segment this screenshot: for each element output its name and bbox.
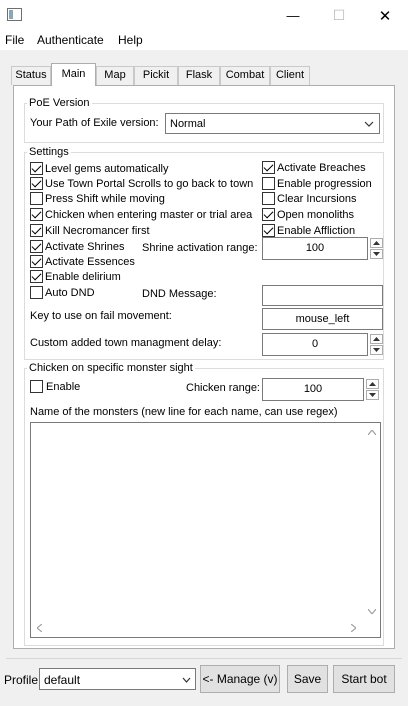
scroll-down-icon[interactable] <box>368 609 376 614</box>
town-delay-input[interactable]: 0 <box>262 333 368 356</box>
level-gems-checkbox[interactable] <box>30 162 43 175</box>
maximize-button[interactable]: ☐ <box>316 0 362 31</box>
activate-essences-checkbox[interactable] <box>30 255 43 268</box>
scroll-up-icon[interactable] <box>368 430 376 435</box>
auto-dnd-checkbox[interactable] <box>30 286 43 299</box>
clear-incursions-checkbox[interactable] <box>262 192 275 205</box>
auto-dnd-label: Auto DND <box>45 287 95 299</box>
menu-authenticate[interactable]: Authenticate <box>37 33 104 48</box>
tab-flask[interactable]: Flask <box>178 66 220 85</box>
scroll-left-icon[interactable] <box>37 624 42 632</box>
poe-version-value: Normal <box>170 118 206 130</box>
settings-group-title: Settings <box>27 146 71 158</box>
manage-profile-button[interactable]: <- Manage (v) <box>200 665 280 693</box>
chevron-down-icon <box>182 677 191 683</box>
shrine-range-value: 100 <box>305 242 325 254</box>
poe-version-group-title: PoE Version <box>27 97 92 109</box>
open-monoliths-label: Open monoliths <box>277 209 355 221</box>
poe-version-select[interactable]: Normal <box>165 113 380 134</box>
chevron-up-icon <box>369 382 376 386</box>
minimize-button[interactable]: — <box>270 0 316 31</box>
footer-separator <box>6 658 402 659</box>
activate-essences-label: Activate Essences <box>45 256 135 268</box>
chicken-range-up-button[interactable] <box>366 379 379 389</box>
town-portal-label: Use Town Portal Scrolls to go back to to… <box>45 178 254 190</box>
chevron-up-icon <box>373 337 380 341</box>
chevron-down-icon <box>364 121 374 127</box>
press-shift-label: Press Shift while moving <box>45 193 165 205</box>
tab-map[interactable]: Map <box>96 66 134 85</box>
tab-pickit[interactable]: Pickit <box>134 66 178 85</box>
shrine-range-label: Shrine activation range: <box>142 242 258 254</box>
town-delay-up-button[interactable] <box>370 334 383 344</box>
chevron-up-icon <box>373 241 380 245</box>
minimize-icon: — <box>286 8 300 23</box>
monsters-textarea[interactable] <box>30 422 381 638</box>
fail-key-value: mouse_left <box>295 313 350 325</box>
chicken-range-label: Chicken range: <box>186 382 260 394</box>
chicken-enable-label: Enable <box>46 381 81 393</box>
poe-version-label: Your Path of Exile version: <box>30 117 159 129</box>
enable-delirium-checkbox[interactable] <box>30 270 43 283</box>
enable-progression-checkbox[interactable] <box>262 177 275 190</box>
shrine-range-down-button[interactable] <box>370 249 383 259</box>
town-delay-value: 0 <box>311 338 319 350</box>
chevron-down-icon <box>369 393 376 397</box>
app-icon <box>7 8 22 21</box>
enable-progression-label: Enable progression <box>277 178 372 190</box>
save-button[interactable]: Save <box>287 665 328 693</box>
close-button[interactable]: ✕ <box>362 0 408 31</box>
clear-incursions-label: Clear Incursions <box>277 193 357 205</box>
open-monoliths-checkbox[interactable] <box>262 208 275 221</box>
profile-value: default <box>44 673 81 687</box>
activate-breaches-checkbox[interactable] <box>262 161 275 174</box>
enable-delirium-label: Enable delirium <box>45 271 121 283</box>
chicken-group-title: Chicken on specific monster sight <box>27 362 195 374</box>
dnd-message-input[interactable] <box>262 285 383 306</box>
monsters-label: Name of the monsters (new line for each … <box>30 406 338 418</box>
town-delay-label: Custom added town managment delay: <box>30 337 222 349</box>
dnd-message-label: DND Message: <box>142 288 217 300</box>
chicken-range-input[interactable]: 100 <box>262 378 364 401</box>
town-delay-down-button[interactable] <box>370 345 383 355</box>
tab-client[interactable]: Client <box>270 66 310 85</box>
shrine-range-input[interactable]: 100 <box>262 237 368 260</box>
fail-key-input[interactable]: mouse_left <box>262 308 383 330</box>
level-gems-label: Level gems automatically <box>45 163 169 175</box>
activate-breaches-label: Activate Breaches <box>277 162 366 174</box>
scroll-right-icon[interactable] <box>351 624 356 632</box>
close-icon: ✕ <box>378 7 392 25</box>
menu-file[interactable]: File <box>5 33 24 48</box>
activate-shrines-label: Activate Shrines <box>45 241 125 253</box>
kill-necromancer-label: Kill Necromancer first <box>45 225 150 237</box>
enable-affliction-checkbox[interactable] <box>262 224 275 237</box>
profile-label: Profile: <box>4 673 42 687</box>
press-shift-checkbox[interactable] <box>30 192 43 205</box>
maximize-icon: ☐ <box>332 7 346 23</box>
chicken-range-down-button[interactable] <box>366 390 379 400</box>
chicken-range-value: 100 <box>303 383 323 395</box>
menu-help[interactable]: Help <box>118 33 143 48</box>
kill-necromancer-checkbox[interactable] <box>30 224 43 237</box>
chicken-enable-checkbox[interactable] <box>30 380 43 393</box>
chevron-down-icon <box>373 348 380 352</box>
start-bot-button[interactable]: Start bot <box>333 665 395 693</box>
chevron-down-icon <box>373 252 380 256</box>
tab-main[interactable]: Main <box>51 63 96 86</box>
chicken-master-checkbox[interactable] <box>30 208 43 221</box>
tab-combat[interactable]: Combat <box>220 66 270 85</box>
activate-shrines-checkbox[interactable] <box>30 240 43 253</box>
chicken-master-label: Chicken when entering master or trial ar… <box>45 209 253 221</box>
fail-key-label: Key to use on fail movement: <box>30 310 172 322</box>
shrine-range-up-button[interactable] <box>370 238 383 248</box>
profile-select[interactable]: default <box>39 668 196 690</box>
town-portal-checkbox[interactable] <box>30 177 43 190</box>
tab-status[interactable]: Status <box>11 66 51 85</box>
